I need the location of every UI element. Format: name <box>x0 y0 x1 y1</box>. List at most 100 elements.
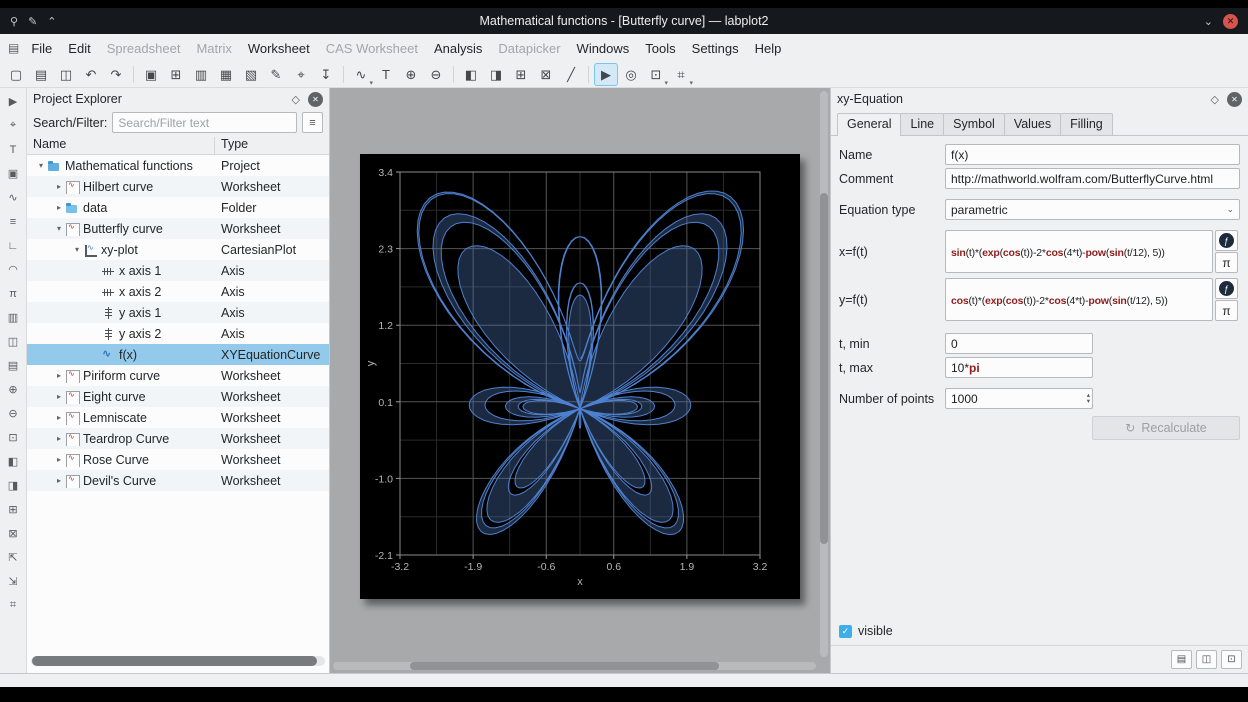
tmin-input[interactable] <box>945 333 1093 354</box>
butterfly-plot[interactable]: -3.2-1.9-0.60.61.93.23.42.31.20.1-1.0-2.… <box>360 154 800 599</box>
tree-row[interactable]: ▾ Butterfly curve Worksheet <box>27 218 329 239</box>
worksheet-page[interactable]: -3.2-1.9-0.60.61.93.23.42.31.20.1-1.0-2.… <box>360 154 800 599</box>
histogram-tool-button[interactable]: ▥ <box>2 307 24 328</box>
expander-icon[interactable]: ▸ <box>53 392 65 401</box>
tree-row[interactable]: y axis 2 Axis <box>27 323 329 344</box>
tree-row[interactable]: ▸ Piriform curve Worksheet <box>27 365 329 386</box>
explorer-hscrollbar-thumb[interactable] <box>32 656 317 666</box>
plot-tool-button[interactable]: ∿ <box>2 187 24 208</box>
draw-line-button[interactable]: ╱ <box>559 63 583 86</box>
column-header-type[interactable]: Type <box>215 137 329 154</box>
curve-tool-button[interactable]: ◠ <box>2 259 24 280</box>
recalculate-button[interactable]: ↻ Recalculate <box>1092 416 1240 440</box>
tree-row[interactable]: ▾ xy-plot CartesianPlot <box>27 239 329 260</box>
new-project-button[interactable]: ▢ <box>4 63 28 86</box>
axis-tool-button[interactable]: ∟ <box>2 235 24 256</box>
horizontal-layout-tool-button[interactable]: ◨ <box>2 475 24 496</box>
expander-icon[interactable]: ▸ <box>53 413 65 422</box>
tab-general[interactable]: General <box>837 113 901 136</box>
redo-button[interactable]: ↷ <box>104 63 128 86</box>
explorer-hscrollbar[interactable] <box>31 656 325 666</box>
expander-icon[interactable]: ▸ <box>53 455 65 464</box>
tree-row[interactable]: ▸ data Folder <box>27 197 329 218</box>
legend-tool-button[interactable]: ≡ <box>2 211 24 232</box>
open-project-button[interactable]: ▤ <box>29 63 53 86</box>
select-mode-button[interactable]: ▶ <box>594 63 618 86</box>
menu-edit[interactable]: Edit <box>60 37 98 60</box>
tree-row[interactable]: ▸ Devil's Curve Worksheet <box>27 470 329 491</box>
expander-icon[interactable]: ▾ <box>71 245 83 254</box>
insert-constant-button[interactable]: π <box>1215 252 1238 273</box>
filter-options-button[interactable]: ≡ <box>302 112 323 133</box>
tree-row[interactable]: y axis 1 Axis <box>27 302 329 323</box>
tab-values[interactable]: Values <box>1004 113 1061 135</box>
zoom-in-button[interactable]: ⊕ <box>399 63 423 86</box>
tab-line[interactable]: Line <box>900 113 944 135</box>
grid-snap-tool-button[interactable]: ⌗ <box>2 595 24 616</box>
vertical-layout-button[interactable]: ◧ <box>459 63 483 86</box>
horizontal-layout-button[interactable]: ◨ <box>484 63 508 86</box>
menu-analysis[interactable]: Analysis <box>426 37 490 60</box>
expander-icon[interactable]: ▸ <box>53 182 65 191</box>
points-spinner[interactable]: ▴▾ <box>945 388 1093 409</box>
menu-matrix[interactable]: Matrix <box>188 37 239 60</box>
name-input[interactable] <box>945 144 1240 165</box>
new-note-button[interactable]: ✎ <box>264 63 288 86</box>
worksheet-vscrollbar-thumb[interactable] <box>820 193 828 544</box>
tree-row[interactable]: ▸ Eight curve Worksheet <box>27 386 329 407</box>
float-panel-icon[interactable]: ◇ <box>292 93 300 106</box>
x-equation-input[interactable]: sin(t)*(exp(cos(t))-2*cos(4*t)-pow(sin(t… <box>945 230 1213 273</box>
navigate-mode-button[interactable]: ◎ <box>619 63 643 86</box>
worksheet-hscrollbar-thumb[interactable] <box>410 662 719 670</box>
worksheet-hscrollbar[interactable] <box>333 662 816 670</box>
y-equation-input[interactable]: cos(t)*(exp(cos(t))-2*cos(4*t)-pow(sin(t… <box>945 278 1213 321</box>
zoom-out-button[interactable]: ⊖ <box>424 63 448 86</box>
image-tool-button[interactable]: ▣ <box>2 163 24 184</box>
expander-icon[interactable]: ▾ <box>35 161 47 170</box>
close-panel-button[interactable]: ✕ <box>308 92 323 107</box>
menu-help[interactable]: Help <box>747 37 790 60</box>
search-input[interactable] <box>112 112 297 133</box>
new-datapicker-button[interactable]: ⌖ <box>289 63 313 86</box>
tree-row[interactable]: ▸ Rose Curve Worksheet <box>27 449 329 470</box>
worksheet-vscrollbar[interactable] <box>820 91 828 657</box>
tree-row[interactable]: ▸ Teardrop Curve Worksheet <box>27 428 329 449</box>
grid-layout-button[interactable]: ⊞ <box>509 63 533 86</box>
bar-tool-button[interactable]: ▤ <box>2 355 24 376</box>
new-worksheet-button[interactable]: ▧ <box>239 63 263 86</box>
chevron-down-icon[interactable]: ⌄ <box>1204 15 1213 28</box>
visible-checkbox[interactable]: ✓ <box>839 625 852 638</box>
close-panel-button[interactable]: ✕ <box>1227 92 1242 107</box>
tree-row[interactable]: x axis 1 Axis <box>27 260 329 281</box>
insert-function-button[interactable]: ƒ <box>1215 230 1238 251</box>
title-bar[interactable]: ⚲✎⌃ Mathematical functions - [Butterfly … <box>0 8 1248 34</box>
expander-icon[interactable]: ▸ <box>53 476 65 485</box>
vertical-layout-tool-button[interactable]: ◧ <box>2 451 24 472</box>
menu-file[interactable]: File <box>23 37 60 60</box>
tmax-input[interactable]: 10*pi <box>945 357 1093 378</box>
new-matrix-button[interactable]: ▦ <box>214 63 238 86</box>
float-panel-icon[interactable]: ◇ <box>1211 93 1219 106</box>
equation-tool-button[interactable]: π <box>2 283 24 304</box>
tree-row[interactable]: ▸ Lemniscate Worksheet <box>27 407 329 428</box>
tab-symbol[interactable]: Symbol <box>943 113 1005 135</box>
grid-layout-tool-button[interactable]: ⊞ <box>2 499 24 520</box>
zoom-select-mode-button[interactable]: ⊡ <box>644 63 668 86</box>
comment-input[interactable] <box>945 168 1240 189</box>
import-data-button[interactable]: ↧ <box>314 63 338 86</box>
text-tool-button[interactable]: T <box>2 139 24 160</box>
boxplot-tool-button[interactable]: ◫ <box>2 331 24 352</box>
align-top-tool-button[interactable]: ⇱ <box>2 547 24 568</box>
keep-above-icon[interactable]: ⌃ <box>47 15 56 28</box>
edit-icon[interactable]: ✎ <box>28 15 37 28</box>
new-workbook-button[interactable]: ⊞ <box>164 63 188 86</box>
worksheet-view[interactable]: -3.2-1.9-0.60.61.93.23.42.31.20.1-1.0-2.… <box>330 88 830 673</box>
align-bottom-tool-button[interactable]: ⇲ <box>2 571 24 592</box>
menu-datapicker[interactable]: Datapicker <box>490 37 568 60</box>
zoom-out-tool-button[interactable]: ⊖ <box>2 403 24 424</box>
tree-column-header[interactable]: Name Type <box>27 137 329 155</box>
new-folder-button[interactable]: ▣ <box>139 63 163 86</box>
spinner-arrows-icon[interactable]: ▴▾ <box>1087 388 1090 409</box>
expander-icon[interactable]: ▸ <box>53 434 65 443</box>
tab-filling[interactable]: Filling <box>1060 113 1113 135</box>
